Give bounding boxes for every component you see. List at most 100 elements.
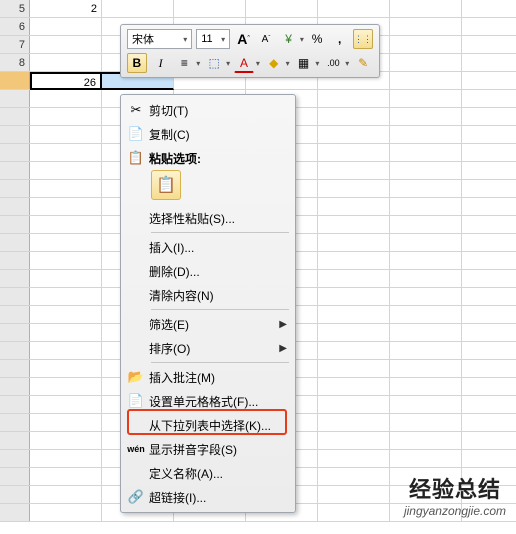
- cell[interactable]: [30, 216, 102, 234]
- row-header[interactable]: 6: [0, 18, 30, 35]
- font-select[interactable]: 宋体▾: [127, 29, 192, 49]
- cell[interactable]: [390, 324, 462, 342]
- menu-cut[interactable]: ✂剪切(T): [123, 98, 293, 122]
- cell[interactable]: [390, 126, 462, 144]
- cell[interactable]: [390, 396, 462, 414]
- menu-insert[interactable]: 插入(I)...: [123, 235, 293, 259]
- cell[interactable]: [30, 180, 102, 198]
- cell[interactable]: [30, 342, 102, 360]
- cell[interactable]: [30, 414, 102, 432]
- cell[interactable]: [318, 360, 390, 378]
- row-header[interactable]: [0, 324, 30, 341]
- cell[interactable]: [318, 198, 390, 216]
- comma-style-button[interactable]: ,: [330, 29, 349, 49]
- row-header[interactable]: [0, 450, 30, 467]
- increase-font-icon[interactable]: Aˆ: [234, 29, 253, 49]
- row-header[interactable]: 8: [0, 54, 30, 71]
- cell[interactable]: [318, 270, 390, 288]
- cell[interactable]: [30, 378, 102, 396]
- cell[interactable]: [318, 450, 390, 468]
- cell[interactable]: [390, 72, 462, 90]
- row-header[interactable]: [0, 126, 30, 143]
- cell[interactable]: [390, 90, 462, 108]
- cell[interactable]: [390, 378, 462, 396]
- cell[interactable]: [30, 486, 102, 504]
- cell[interactable]: [30, 252, 102, 270]
- cell[interactable]: [390, 288, 462, 306]
- row-header[interactable]: [0, 468, 30, 485]
- cell[interactable]: [30, 396, 102, 414]
- cell[interactable]: [390, 342, 462, 360]
- cell[interactable]: [30, 162, 102, 180]
- cell[interactable]: [30, 432, 102, 450]
- row-header[interactable]: [0, 90, 30, 107]
- cell[interactable]: [390, 162, 462, 180]
- cell[interactable]: [30, 90, 102, 108]
- cell[interactable]: [30, 198, 102, 216]
- cell[interactable]: [318, 90, 390, 108]
- currency-icon[interactable]: ¥: [279, 29, 298, 49]
- bold-button[interactable]: B: [127, 53, 147, 73]
- cell[interactable]: [30, 324, 102, 342]
- cell[interactable]: [390, 360, 462, 378]
- cell[interactable]: [318, 306, 390, 324]
- cell[interactable]: [390, 180, 462, 198]
- cell[interactable]: [30, 36, 102, 54]
- menu-filter[interactable]: 筛选(E)▶: [123, 312, 293, 336]
- cell[interactable]: [390, 144, 462, 162]
- number-format-button[interactable]: ⋮⋮: [353, 29, 373, 49]
- border-button[interactable]: ▦: [294, 53, 314, 73]
- cell[interactable]: [390, 252, 462, 270]
- cell[interactable]: [102, 0, 174, 18]
- cell[interactable]: [30, 270, 102, 288]
- row-header[interactable]: 5: [0, 0, 30, 17]
- cell[interactable]: [390, 18, 462, 36]
- row-header[interactable]: [0, 144, 30, 161]
- cell[interactable]: [318, 378, 390, 396]
- cell[interactable]: [318, 234, 390, 252]
- menu-paste-special[interactable]: 选择性粘贴(S)...: [123, 206, 293, 230]
- cell[interactable]: [30, 468, 102, 486]
- cell[interactable]: [318, 504, 390, 522]
- font-color-button[interactable]: A: [234, 53, 254, 73]
- cell[interactable]: [390, 198, 462, 216]
- cell[interactable]: [30, 288, 102, 306]
- cell[interactable]: [318, 180, 390, 198]
- row-header[interactable]: [0, 378, 30, 395]
- cell[interactable]: [318, 324, 390, 342]
- cell[interactable]: [390, 108, 462, 126]
- cell[interactable]: [390, 270, 462, 288]
- row-header[interactable]: [0, 180, 30, 197]
- row-header[interactable]: [0, 486, 30, 503]
- cell[interactable]: [318, 108, 390, 126]
- cell[interactable]: [390, 234, 462, 252]
- cell[interactable]: [30, 306, 102, 324]
- cell[interactable]: [318, 432, 390, 450]
- cell[interactable]: [174, 0, 246, 18]
- cell[interactable]: 2: [30, 0, 102, 18]
- row-header[interactable]: [0, 162, 30, 179]
- row-header[interactable]: 7: [0, 36, 30, 53]
- cell[interactable]: [246, 0, 318, 18]
- row-header[interactable]: [0, 108, 30, 125]
- menu-copy[interactable]: 📄复制(C): [123, 122, 293, 146]
- menu-hyperlink[interactable]: 🔗超链接(I)...: [123, 485, 293, 509]
- cell[interactable]: [30, 144, 102, 162]
- cell[interactable]: [30, 360, 102, 378]
- cell[interactable]: [318, 414, 390, 432]
- cell[interactable]: [318, 342, 390, 360]
- row-header-selected[interactable]: [0, 72, 30, 89]
- cell[interactable]: [390, 306, 462, 324]
- row-header[interactable]: [0, 414, 30, 431]
- cell[interactable]: [30, 108, 102, 126]
- row-header[interactable]: [0, 198, 30, 215]
- cell[interactable]: [318, 162, 390, 180]
- row-header[interactable]: [0, 396, 30, 413]
- font-size-select[interactable]: 11▾: [196, 29, 230, 49]
- cell[interactable]: [30, 18, 102, 36]
- row-header[interactable]: [0, 252, 30, 269]
- cell[interactable]: [390, 36, 462, 54]
- cell-selected[interactable]: 26: [30, 72, 102, 90]
- row-header[interactable]: [0, 234, 30, 251]
- menu-delete[interactable]: 删除(D)...: [123, 259, 293, 283]
